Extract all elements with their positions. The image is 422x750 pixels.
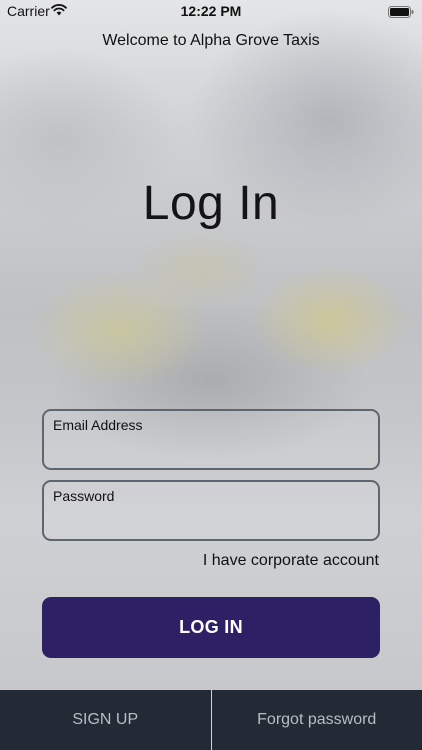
email-input[interactable] bbox=[53, 439, 367, 461]
background-image bbox=[0, 0, 422, 690]
bottom-bar: SIGN UP Forgot password bbox=[0, 690, 422, 750]
status-bar: Carrier 12:22 PM bbox=[0, 0, 422, 22]
sign-up-button[interactable]: SIGN UP bbox=[0, 690, 211, 750]
page-title: Log In bbox=[142, 177, 280, 230]
password-input[interactable] bbox=[53, 510, 367, 532]
battery-icon bbox=[388, 5, 414, 21]
password-field[interactable]: Password bbox=[42, 480, 380, 541]
corporate-account-link[interactable]: I have corporate account bbox=[203, 552, 379, 570]
login-button[interactable]: LOG IN bbox=[42, 597, 380, 658]
email-field[interactable]: Email Address bbox=[42, 409, 380, 470]
password-label: Password bbox=[53, 488, 115, 504]
forgot-password-button[interactable]: Forgot password bbox=[212, 690, 422, 750]
welcome-text: Welcome to Alpha Grove Taxis bbox=[102, 32, 320, 49]
status-time: 12:22 PM bbox=[180, 3, 242, 19]
email-label: Email Address bbox=[53, 417, 143, 433]
